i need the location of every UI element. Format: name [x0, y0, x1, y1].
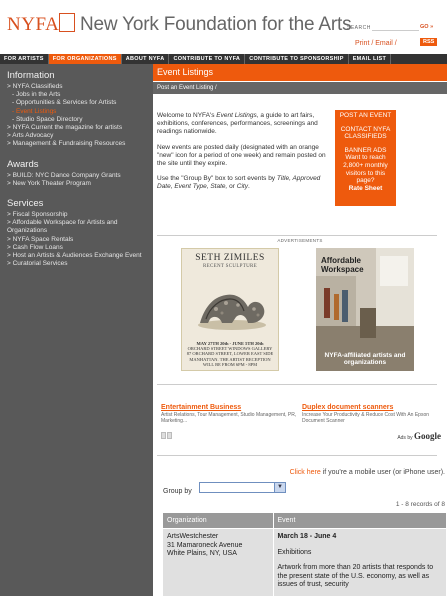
- organization-city: White Plains, NY, USA: [167, 550, 237, 557]
- nav-for-organizations[interactable]: FOR ORGANIZATIONS: [48, 54, 122, 64]
- promo-box: POST AN EVENT CONTACT NYFA CLASSIFIEDS B…: [335, 110, 396, 206]
- text-ad-2: Duplex document scanners Increase Your P…: [302, 404, 438, 424]
- separator: /: [394, 40, 397, 47]
- sidebar-item-management[interactable]: > Management & Fundraising Resources: [7, 140, 148, 148]
- ad-zimiles-title: SETH ZIMILES: [195, 253, 265, 263]
- text-ad-1-title[interactable]: Entertainment Business: [161, 404, 241, 411]
- ad-nav: [161, 432, 173, 439]
- sidebar-information-list: > NYFA Classifieds - Jobs in the Arts - …: [7, 83, 148, 149]
- go-button[interactable]: GO »: [420, 24, 433, 30]
- sidebar-item-studio-space[interactable]: - Studio Space Directory: [7, 116, 148, 124]
- ad-prev-icon[interactable]: [161, 432, 166, 439]
- groupby-select[interactable]: ▼: [199, 482, 286, 493]
- mobile-link[interactable]: Click here: [290, 469, 321, 476]
- organization-cell: ArtsWestchester 31 Mamaroneck Avenue Whi…: [163, 528, 274, 596]
- sidebar-item-nyfa-current[interactable]: > NYFA Current the magazine for artists: [7, 124, 148, 132]
- contact-classifieds-link[interactable]: CONTACT NYFA CLASSIFIEDS: [337, 126, 394, 141]
- nav-about-nyfa[interactable]: ABOUT NYFA: [122, 54, 170, 64]
- rate-sheet-link[interactable]: Rate Sheet: [337, 185, 394, 193]
- nav-contribute-nyfa[interactable]: CONTRIBUTE TO NYFA: [169, 54, 246, 64]
- intro-paragraph-2: New events are posted daily (designated …: [157, 143, 326, 168]
- text-ads: Entertainment Business Artist Relations,…: [161, 404, 447, 446]
- ad-workspace-title: Affordable Workspace: [321, 256, 364, 274]
- organization-name[interactable]: ArtsWestchester: [167, 533, 269, 542]
- column-header-event[interactable]: Event: [273, 513, 447, 529]
- sidebar-heading-services: Services: [7, 198, 44, 210]
- intro-text: Welcome to NYFA's Event Listings, a guid…: [157, 112, 331, 199]
- print-link[interactable]: Print: [355, 40, 369, 47]
- ad-zimiles-details: MAY 27TH 20th - JUNE 5TH 20th ORCHARD ST…: [186, 340, 274, 367]
- advertisements-label: ADVERTISEMENTS: [277, 238, 323, 243]
- nav-email-list[interactable]: EMAIL LIST: [349, 54, 392, 64]
- sidebar-heading-awards: Awards: [7, 158, 39, 170]
- ad-seth-zimiles[interactable]: SETH ZIMILES RECENT SCULPTURE MAY 27TH 2…: [181, 248, 279, 371]
- site-header: NYFA New York Foundation for the Arts SE…: [0, 0, 447, 52]
- nyfa-logo[interactable]: NYFA: [7, 14, 59, 36]
- sidebar-item-host-event[interactable]: > Host an Artists & Audiences Exchange E…: [7, 252, 148, 260]
- divider: [157, 235, 437, 236]
- sidebar-item-opportunities[interactable]: - Opportunities & Services for Artists: [7, 99, 148, 107]
- table-header-row: Organization Event: [163, 513, 447, 529]
- text-ad-2-desc: Increase Your Productivity & Reduce Cost…: [302, 412, 430, 424]
- sidebar-item-space-rentals[interactable]: > NYFA Space Rentals: [7, 236, 148, 244]
- text-ad-1: Entertainment Business Artist Relations,…: [161, 404, 297, 424]
- intro-paragraph-1: Welcome to NYFA's Event Listings, a guid…: [157, 112, 318, 136]
- sculpture-image: [198, 294, 266, 330]
- sidebar-awards-list: > BUILD: NYC Dance Company Grants > New …: [7, 172, 148, 188]
- divider: [157, 384, 437, 385]
- sidebar-services-list: > Fiscal Sponsorship > Affordable Worksp…: [7, 211, 148, 268]
- chevron-down-icon[interactable]: ▼: [274, 483, 285, 492]
- text-ad-1-desc: Artist Relations, Tour Management, Studi…: [161, 412, 297, 424]
- post-event-link[interactable]: POST AN EVENT: [337, 112, 394, 120]
- sidebar: Information > NYFA Classifieds - Jobs in…: [0, 64, 153, 596]
- site-name: New York Foundation for the Arts: [80, 14, 352, 35]
- sidebar-item-build[interactable]: > BUILD: NYC Dance Company Grants: [7, 172, 148, 180]
- sidebar-item-classifieds[interactable]: > NYFA Classifieds: [7, 83, 148, 91]
- page-title: Event Listings: [153, 64, 447, 81]
- nav-contribute-sponsorship[interactable]: CONTRIBUTE TO SPONSORSHIP: [245, 54, 349, 64]
- ad-affordable-workspace[interactable]: Affordable Workspace NYFA-affiliated arti…: [316, 248, 414, 371]
- sidebar-item-curatorial[interactable]: > Curatorial Services: [7, 260, 148, 268]
- sidebar-item-arts-advocacy[interactable]: > Arts Advocacy: [7, 132, 148, 140]
- sidebar-heading-information: Information: [7, 70, 55, 81]
- table-row: ArtsWestchester 31 Mamaroneck Avenue Whi…: [163, 528, 447, 596]
- text-ad-2-title[interactable]: Duplex document scanners: [302, 404, 393, 411]
- sidebar-item-theater[interactable]: > New York Theater Program: [7, 180, 148, 188]
- utility-links: Print / Email /: [355, 40, 397, 47]
- organization-address: 31 Mamaroneck Avenue: [167, 541, 243, 549]
- ad-zimiles-subtitle: RECENT SCULPTURE: [202, 264, 258, 269]
- email-link[interactable]: Email: [375, 40, 393, 47]
- mobile-notice: Click here if you're a mobile user (or i…: [289, 469, 445, 476]
- rss-badge[interactable]: RSS: [420, 38, 438, 46]
- logo-box-icon: [59, 13, 75, 32]
- ads-by-google[interactable]: Ads by Google: [397, 431, 441, 441]
- banner-ads-text: Want to reach 2,800+ monthly visitors to…: [343, 154, 388, 185]
- search-input[interactable]: [372, 21, 419, 31]
- groupby-label: Group by: [163, 488, 192, 495]
- breadcrumb: Post an Event Listing /: [153, 82, 447, 94]
- column-header-organization[interactable]: Organization: [163, 513, 274, 529]
- sidebar-item-jobs[interactable]: - Jobs in the Arts: [7, 91, 148, 99]
- main-nav: FOR ARTISTS FOR ORGANIZATIONS ABOUT NYFA…: [0, 54, 447, 64]
- sidebar-item-workspace[interactable]: > Affordable Workspace for Artists and O…: [7, 219, 148, 235]
- banner-ads-heading: BANNER ADS: [344, 146, 387, 154]
- event-type: Exhibitions: [277, 548, 312, 556]
- ad-next-icon[interactable]: [167, 432, 172, 439]
- sidebar-item-event-listings[interactable]: - Event Listings: [7, 108, 148, 116]
- events-table: Organization Event ArtsWestchester 31 Ma…: [163, 513, 447, 596]
- ad-workspace-caption: NYFA-affiliated artists and organization…: [324, 351, 406, 367]
- nav-for-artists[interactable]: FOR ARTISTS: [0, 54, 49, 64]
- divider: [157, 455, 437, 456]
- event-description: Artwork from more than 20 artists that r…: [277, 564, 434, 588]
- event-date: March 18 - June 4: [277, 533, 337, 540]
- breadcrumb-post-event[interactable]: Post an Event Listing /: [157, 85, 217, 91]
- event-cell: March 18 - June 4 Exhibitions Artwork fr…: [273, 528, 447, 596]
- main-content: Event Listings Post an Event Listing / W…: [153, 64, 447, 596]
- search-label: SEARCH: [347, 25, 371, 31]
- record-count: 1 - 8 records of 8: [395, 501, 445, 508]
- intro-paragraph-3: Use the "Group By" box to sort events by…: [157, 175, 321, 191]
- sidebar-item-fiscal[interactable]: > Fiscal Sponsorship: [7, 211, 148, 219]
- sidebar-item-loans[interactable]: > Cash Flow Loans: [7, 244, 148, 252]
